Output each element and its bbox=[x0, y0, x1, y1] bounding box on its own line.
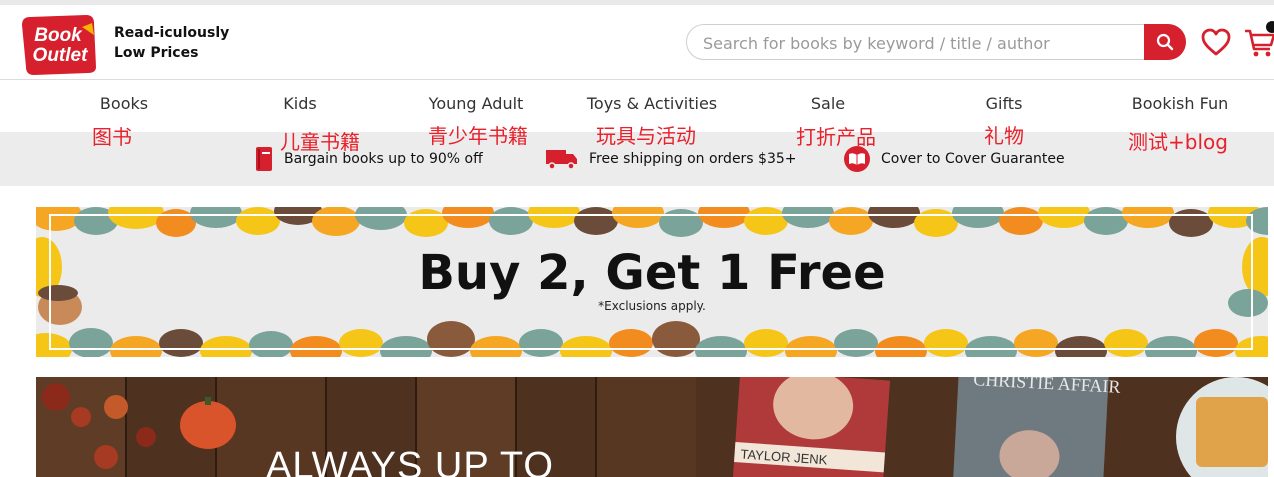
nav-item-toys-activities[interactable]: Toys & Activities bbox=[587, 94, 717, 113]
promo-guarantee-text: Cover to Cover Guarantee bbox=[881, 151, 1065, 167]
svg-text:Outlet: Outlet bbox=[33, 45, 89, 66]
truck-icon bbox=[546, 150, 577, 170]
nav-note-young-adult: 青少年书籍 bbox=[428, 124, 528, 148]
promo-shipping-text: Free shipping on orders $35+ bbox=[589, 151, 797, 167]
cart-count-badge bbox=[1266, 21, 1274, 33]
svg-text:Book: Book bbox=[34, 25, 83, 46]
nav-note-toys-activities: 玩具与活动 bbox=[596, 124, 696, 148]
nav-item-gifts[interactable]: Gifts bbox=[986, 94, 1023, 113]
book-outlet-logo[interactable]: Book Outlet bbox=[20, 13, 98, 75]
site-header: Book Outlet Read-iculously Low Prices bbox=[0, 5, 1274, 80]
banner-subtitle: *Exclusions apply. bbox=[598, 299, 706, 313]
nav-note-gifts: 礼物 bbox=[984, 124, 1024, 148]
nav-item-sale[interactable]: Sale bbox=[811, 94, 845, 113]
search-bar bbox=[686, 24, 1186, 60]
nav-item-young-adult[interactable]: Young Adult bbox=[429, 94, 524, 113]
search-button[interactable] bbox=[1144, 24, 1186, 60]
wood-books-background: TAYLOR JENK CHRISTIE AFFAIR bbox=[36, 377, 1268, 477]
tagline-line1: Read-iculously bbox=[114, 25, 230, 41]
nav-note-kids: 儿童书籍 bbox=[280, 130, 360, 154]
tagline: Read-iculously Low Prices bbox=[114, 23, 229, 63]
buy2-get1-banner[interactable]: Buy 2, Get 1 Free *Exclusions apply. bbox=[36, 207, 1268, 357]
search-input[interactable] bbox=[701, 31, 1145, 55]
search-icon bbox=[1156, 33, 1174, 51]
promo-guarantee: Cover to Cover Guarantee bbox=[843, 132, 1065, 186]
always-up-to-banner[interactable]: TAYLOR JENK CHRISTIE AFFAIR ALWAYS UP TO bbox=[36, 377, 1268, 477]
nav-item-books[interactable]: Books bbox=[100, 94, 148, 113]
banner2-headline: ALWAYS UP TO bbox=[266, 445, 554, 477]
tagline-line2: Low Prices bbox=[114, 45, 199, 61]
banner-title: Buy 2, Get 1 Free bbox=[418, 245, 886, 301]
nav-item-bookish-fun[interactable]: Bookish Fun bbox=[1132, 94, 1228, 113]
nav-note-bookish-fun: 测试+blog bbox=[1128, 130, 1228, 154]
nav-note-books: 图书 bbox=[92, 125, 132, 149]
wishlist-heart-icon[interactable] bbox=[1200, 27, 1232, 61]
book-icon bbox=[256, 147, 272, 171]
nav-item-kids[interactable]: Kids bbox=[283, 94, 316, 113]
nav-note-sale: 打折产品 bbox=[796, 125, 876, 149]
